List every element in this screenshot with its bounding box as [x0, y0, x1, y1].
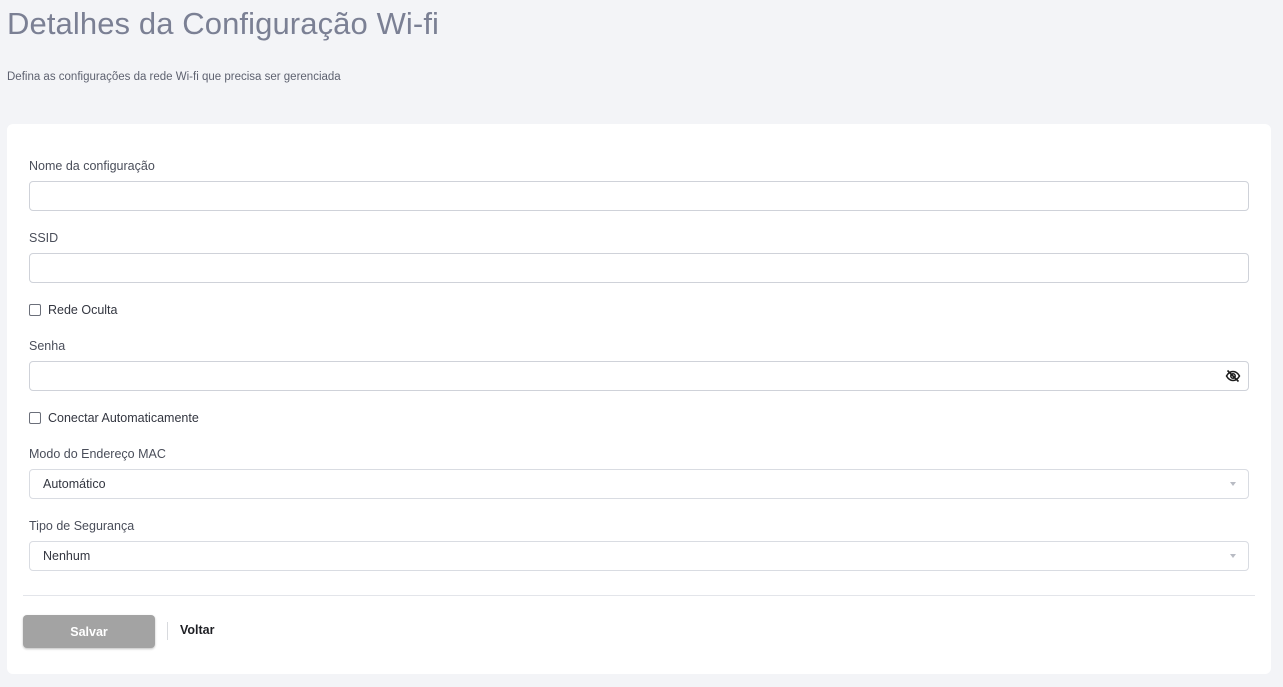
mac-mode-select[interactable]: Automático: [29, 469, 1249, 499]
security-type-select[interactable]: Nenhum: [29, 541, 1249, 571]
back-button[interactable]: Voltar: [180, 623, 215, 637]
hidden-network-label[interactable]: Rede Oculta: [48, 303, 117, 317]
ssid-input[interactable]: [29, 253, 1249, 283]
ssid-label: SSID: [29, 231, 59, 245]
hidden-network-row: Rede Oculta: [29, 303, 117, 317]
page-subtitle: Defina as configurações da rede Wi-fi qu…: [7, 71, 341, 83]
config-name-label: Nome da configuração: [29, 159, 155, 173]
eye-off-icon[interactable]: [1225, 368, 1241, 384]
mac-mode-selected-value: Automático: [43, 477, 106, 491]
hidden-network-checkbox[interactable]: [29, 304, 41, 316]
chevron-down-icon: [1230, 554, 1236, 558]
form-divider: [23, 595, 1255, 596]
password-input[interactable]: [29, 361, 1249, 391]
chevron-down-icon: [1230, 482, 1236, 486]
security-type-label: Tipo de Segurança: [29, 519, 135, 533]
config-name-input[interactable]: [29, 181, 1249, 211]
password-label: Senha: [29, 339, 66, 353]
wifi-config-form-card: Nome da configuração SSID Rede Oculta Se…: [7, 124, 1271, 674]
auto-connect-row: Conectar Automaticamente: [29, 411, 199, 425]
mac-mode-label: Modo do Endereço MAC: [29, 447, 166, 461]
auto-connect-checkbox[interactable]: [29, 412, 41, 424]
save-button[interactable]: Salvar: [23, 615, 155, 648]
password-field-wrapper: [29, 361, 1249, 391]
security-type-selected-value: Nenhum: [43, 549, 91, 563]
page-title: Detalhes da Configuração Wi-fi: [7, 6, 440, 41]
button-separator: [167, 622, 168, 640]
auto-connect-label[interactable]: Conectar Automaticamente: [48, 411, 199, 425]
